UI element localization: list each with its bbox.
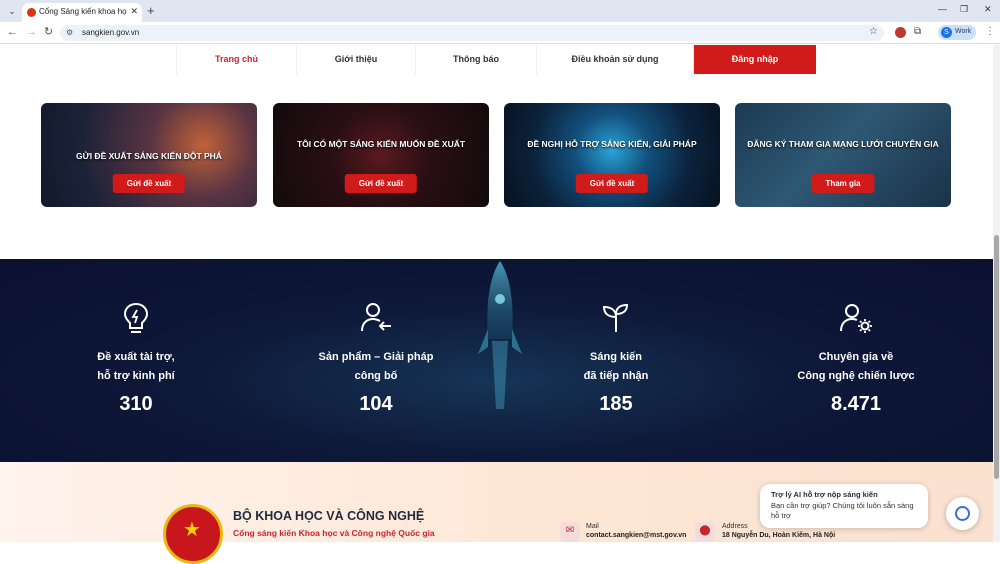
stat-value: 104 [359, 393, 393, 415]
chat-text: Bạn cần trợ giúp? Chúng tôi luôn sẵn sàn… [771, 501, 914, 520]
minimize-icon[interactable]: — [938, 4, 947, 14]
profile-button[interactable]: S Work [938, 25, 976, 40]
chatbot-icon [955, 506, 970, 521]
card-have-initiative[interactable]: TÔI CÓ MỘT SÁNG KIẾN MUỐN ĐỀ XUẤT Gửi đề… [273, 103, 489, 207]
tab-search-icon[interactable]: ⌄ [6, 5, 18, 17]
user-gear-icon [840, 304, 872, 333]
site-navigation: Trang chủ Giới thiệu Thông báo Điều khoả… [0, 45, 1000, 74]
card-propose-breakthrough[interactable]: GỬI ĐỀ XUẤT SÁNG KIẾN ĐỘT PHÁ Gửi đề xuấ… [41, 103, 257, 207]
card-title: TÔI CÓ MỘT SÁNG KIẾN MUỐN ĐỀ XUẤT [296, 139, 466, 149]
address-bar[interactable]: ⚙ sangkien.gov.vn ☆ [60, 25, 884, 41]
bookmark-star-icon[interactable]: ☆ [869, 26, 878, 37]
card-join-expert-network[interactable]: ĐĂNG KÝ THAM GIA MẠNG LƯỚI CHUYÊN GIA Th… [735, 103, 951, 207]
address-label: Address [722, 523, 748, 530]
extension-icon[interactable] [895, 27, 906, 38]
stat-value: 8.471 [830, 393, 882, 415]
close-icon[interactable]: ✕ [130, 6, 138, 17]
stat-label: Sản phẩm – Giải pháp công bố [318, 351, 434, 382]
new-tab-icon[interactable]: + [147, 3, 155, 18]
nav-item-about[interactable]: Giới thiệu [296, 45, 415, 74]
user-arrow-icon [361, 303, 391, 332]
portal-name: Cổng sáng kiến Khoa học và Công nghệ Quố… [233, 528, 435, 538]
submit-proposal-button[interactable]: Gửi đề xuất [112, 174, 186, 193]
page-scrollbar[interactable] [993, 45, 1000, 542]
stat-label: Đề xuất tài trợ, hỗ trợ kinh phí [97, 351, 175, 382]
card-title: ĐỀ NGHỊ HỖ TRỢ SÁNG KIẾN, GIẢI PHÁP [527, 139, 697, 149]
address-value: 18 Nguyễn Du, Hoàn Kiếm, Hà Nội [722, 532, 836, 539]
tab-title: Cổng Sáng kiến khoa học, công [39, 7, 127, 16]
browser-tab[interactable]: Cổng Sáng kiến khoa học, công ✕ [22, 3, 142, 22]
maximize-icon[interactable]: ❐ [960, 4, 968, 15]
nav-item-home[interactable]: Trang chủ [176, 45, 296, 74]
forward-icon[interactable]: → [26, 26, 37, 39]
card-request-support[interactable]: ĐỀ NGHỊ HỖ TRỢ SÁNG KIẾN, GIẢI PHÁP Gửi … [504, 103, 720, 207]
nav-item-terms[interactable]: Điều khoản sử dụng [536, 45, 694, 74]
mail-label: Mail [586, 523, 599, 530]
ministry-name: BỘ KHOA HỌC VÀ CÔNG NGHỆ [233, 509, 425, 523]
action-cards-section: GỬI ĐỀ XUẤT SÁNG KIẾN ĐỘT PHÁ Gửi đề xuấ… [0, 74, 993, 260]
stat-value: 310 [119, 393, 153, 415]
submit-proposal-button[interactable]: Gửi đề xuất [344, 174, 418, 193]
avatar: S [941, 27, 952, 38]
chat-launcher-button[interactable] [946, 497, 979, 530]
stat-value: 185 [599, 393, 633, 415]
stats-section: Đề xuất tài trợ, hỗ trợ kinh phí 310 Sản … [0, 259, 993, 462]
national-emblem-logo: ★ [163, 504, 223, 564]
browser-menu-icon[interactable]: ⋮ [985, 26, 995, 37]
star-icon: ★ [183, 519, 201, 541]
browser-tab-bar: ⌄ Cổng Sáng kiến khoa học, công ✕ + — ❐ … [0, 0, 1000, 22]
chat-title: Trợ lý AI hỗ trợ nộp sáng kiến [771, 490, 878, 499]
scrollbar-thumb[interactable] [994, 235, 999, 479]
join-button[interactable]: Tham gia [811, 174, 875, 193]
window-close-icon[interactable]: ✕ [984, 4, 992, 15]
card-title: ĐĂNG KÝ THAM GIA MẠNG LƯỚI CHUYÊN GIA [747, 139, 939, 149]
browser-toolbar: ← → ↻ ⚙ sangkien.gov.vn ☆ [0, 22, 1000, 44]
mail-value[interactable]: contact.sangkien@mst.gov.vn [586, 532, 686, 539]
site-favicon-icon [27, 8, 36, 17]
submit-proposal-button[interactable]: Gửi đề xuất [575, 174, 649, 193]
extensions-puzzle-icon[interactable]: ⧉ [914, 26, 921, 37]
lightbulb-icon [123, 302, 149, 333]
nav-item-announcements[interactable]: Thông báo [415, 45, 536, 74]
card-title: GỬI ĐỀ XUẤT SÁNG KIẾN ĐỘT PHÁ [76, 151, 222, 161]
reload-icon[interactable]: ↻ [44, 26, 53, 39]
back-icon[interactable]: ← [7, 26, 18, 39]
sprout-icon [602, 303, 629, 332]
site-info-icon[interactable]: ⚙ [66, 28, 73, 37]
url-text[interactable]: sangkien.gov.vn [82, 28, 139, 37]
ai-assistant-bubble[interactable]: Trợ lý AI hỗ trợ nộp sáng kiến Bạn cần t… [760, 484, 928, 528]
profile-label: Work [955, 28, 972, 35]
login-button[interactable]: Đăng nhập [694, 45, 816, 74]
stat-label: Sáng kiến đã tiếp nhận [583, 351, 649, 382]
mail-icon: ✉ [560, 522, 580, 542]
location-icon: ⬤ [695, 522, 715, 542]
stat-label: Chuyên gia về Công nghệ chiến lược [797, 351, 915, 382]
